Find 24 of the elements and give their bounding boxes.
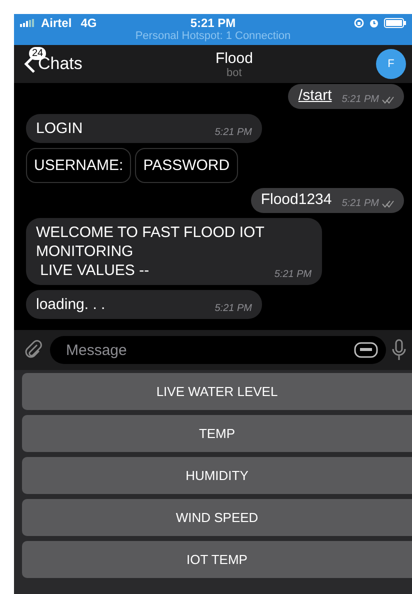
microphone-icon[interactable]: [392, 339, 406, 361]
clock-time: 5:21 PM: [190, 16, 236, 30]
keyboard-button[interactable]: IOT TEMP: [22, 541, 412, 578]
attach-icon[interactable]: [24, 340, 44, 360]
inline-button[interactable]: PASSWORD: [135, 148, 238, 183]
incoming-message: LOGIN 5:21 PM: [26, 114, 262, 143]
keyboard-icon[interactable]: [354, 342, 378, 358]
carrier-name: Airtel: [41, 16, 72, 30]
chat-subtitle: bot: [226, 66, 242, 78]
outgoing-message: /start 5:21 PM: [288, 84, 404, 109]
chat-title: Flood: [215, 50, 253, 66]
incoming-message: loading. . . 5:21 PM: [26, 290, 262, 319]
inline-button[interactable]: USERNAME:: [26, 148, 132, 183]
network-type: 4G: [80, 16, 97, 30]
incoming-message: WELCOME TO FAST FLOOD IOT MONITORING LIVE VALUES -- 5:21 PM: [26, 218, 322, 285]
keyboard-button[interactable]: TEMP: [22, 415, 412, 452]
keyboard-button[interactable]: LIVE WATER LEVEL: [22, 373, 412, 410]
signal-icon: [20, 19, 36, 27]
outgoing-message: Flood1234 5:21 PM: [250, 188, 404, 213]
message-field[interactable]: Message: [50, 336, 386, 364]
keyboard-button[interactable]: WIND SPEED: [22, 499, 412, 536]
keyboard-button[interactable]: HUMIDITY: [22, 457, 412, 494]
battery-icon: [384, 18, 406, 28]
alarm-icon: [368, 18, 379, 28]
